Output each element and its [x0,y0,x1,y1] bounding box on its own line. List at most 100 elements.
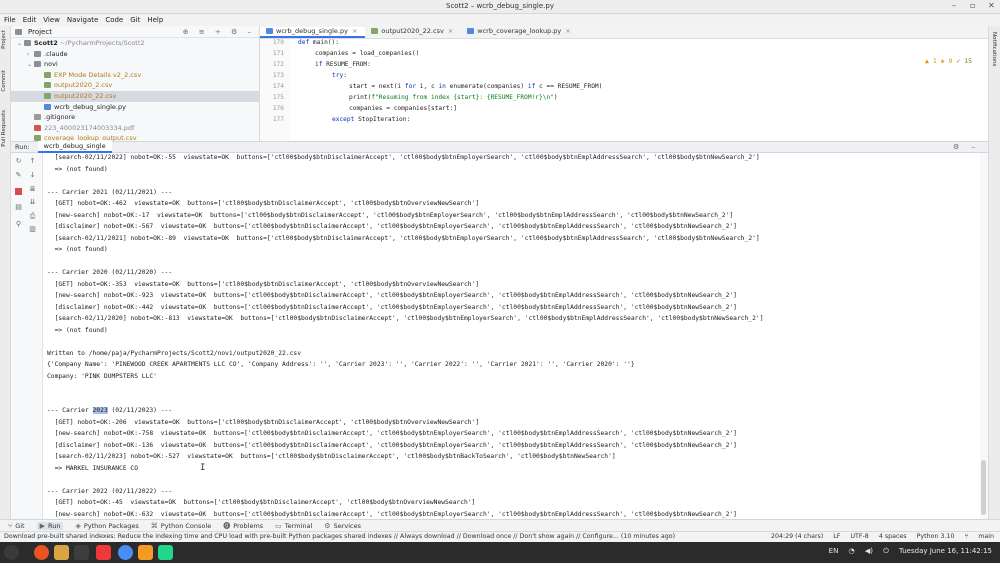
tool-window-services[interactable]: ⚙ Services [324,522,361,530]
code-text: companies = companies[start:] [349,105,458,112]
project-panel-tools[interactable]: ⊕ ≡ ÷ ⚙ – [183,28,255,36]
commit-tool-tab[interactable]: Commit [1,70,7,92]
editor-area: wcrb_debug_single.py × output2020_22.csv × w… [260,26,988,141]
tree-item[interactable]: ⌄ novi [11,59,259,70]
ubuntu-icon[interactable] [34,545,49,560]
indent-setting[interactable]: 4 spaces [879,533,907,540]
scroll-up-icon[interactable]: ↑ [29,158,36,165]
console-line: [new-search] nobot=OK:-758 viewstate=OK … [47,430,737,437]
console-line: {'Company Name': 'PINEWOOD CREEK APARTME… [47,361,635,368]
line-number: 173 [272,72,284,79]
csv-file-icon [371,28,379,34]
run-config-tab[interactable]: wcrb_debug_single [37,141,112,153]
status-message[interactable]: Download pre-built shared indexes: Reduc… [4,533,675,540]
language-indicator[interactable]: EN [829,547,839,555]
menu-file[interactable]: File [4,16,16,24]
tree-item[interactable]: output2020_22.csv [11,90,259,102]
maximize-button[interactable]: ▫ [970,1,975,10]
rerun-icon[interactable]: ↻ [15,158,22,165]
tool-window-python-console[interactable]: ⌘ Python Console [151,522,211,530]
tree-item[interactable]: wcrb_debug_single.py [11,102,259,113]
tool-window-git[interactable]: ⑂ Git [8,522,25,530]
close-tab-icon[interactable]: × [448,27,453,35]
terminal-icon[interactable] [74,545,89,560]
tool-window-python-packages[interactable]: ◈ Python Packages [75,522,138,530]
console-line: [search-02/11/2022] nobot=OK:-55 viewsta… [47,154,760,161]
tree-item[interactable]: › .claude [11,49,259,60]
folder-icon [34,61,41,68]
soft-wrap-icon[interactable]: ≣ [29,186,36,193]
python-interpreter[interactable]: Python 3.10 [917,533,955,540]
scroll-down-icon[interactable]: ↓ [29,172,36,179]
pull-requests-tool-tab[interactable]: Pull Requests [1,110,7,147]
files-icon[interactable] [54,545,69,560]
menu-view[interactable]: View [43,16,60,24]
project-tool-tab[interactable]: Project [1,30,7,49]
tree-item[interactable]: ⌄ Scott2 ~/PycharmProjects/Scott2 [11,38,259,49]
print-icon[interactable]: ⎙ [29,213,36,220]
inspection-widget[interactable]: ▲ 1 ◈ 9 ✓ 15 [925,57,972,65]
tree-item[interactable]: coverage_lookup_output.csv [11,133,259,141]
code-line: 175 print(f"Resuming from index {start}: … [260,92,988,103]
folder-icon [15,28,22,35]
console-scrollbar[interactable] [981,460,986,515]
wrench-icon[interactable]: ✎ [15,172,22,179]
menu-code[interactable]: Code [105,16,123,24]
git-branch[interactable]: ⑂ main [964,533,994,540]
power-icon[interactable]: ⏻ [883,547,889,555]
line-ending[interactable]: LF [833,533,840,540]
stop-icon[interactable] [15,188,22,195]
run-settings-icon[interactable]: ⚙ – [953,143,980,151]
pycharm-icon[interactable] [158,545,173,560]
python-file-icon [266,28,273,34]
git-branch-name: main [978,533,994,540]
tree-item[interactable]: .gitignore [11,112,259,123]
console-output[interactable]: [search-02/11/2022] nobot=OK:-55 viewsta… [43,153,980,519]
layout-icon[interactable]: ▤ [15,204,22,211]
clock[interactable]: Tuesday June 16, 11:42:15 [899,547,992,555]
console-text: (02/11/2023) --- [107,407,173,414]
menu-edit[interactable]: Edit [23,16,37,24]
code-line: 171 companies = load_companies() [260,48,988,59]
tool-window-label: Python Console [160,521,212,530]
tree-item-label: EXP Mode Details v2_2.csv [54,70,142,79]
tree-item[interactable]: EXP Mode Details v2_2.csv [11,70,259,81]
console-line: [disclaimer] nobot=OK:-136 viewstate=OK … [47,441,737,449]
menu-help[interactable]: Help [147,16,163,24]
volume-icon[interactable]: ◀) [865,547,873,555]
menu-navigate[interactable]: Navigate [67,16,98,24]
trash-icon[interactable]: ▥ [29,226,36,233]
code-text: except StopIteration: [332,116,411,123]
tree-item[interactable]: 223_400023174003334.pdf [11,123,259,134]
tool-window-run[interactable]: ▶ Run [36,521,64,530]
close-tab-icon[interactable]: × [352,27,357,35]
minimize-button[interactable]: – [952,1,956,10]
python-packages-icon: ◈ [75,521,81,530]
sublime-icon[interactable] [138,545,153,560]
tool-window-problems[interactable]: ⓿ Problems [223,521,263,531]
file-encoding[interactable]: UTF-8 [850,533,868,540]
csv-file-icon [44,92,51,99]
menu-git[interactable]: Git [130,16,140,24]
vivaldi-icon[interactable] [96,545,111,560]
network-icon[interactable]: ◔ [849,547,855,555]
close-button[interactable]: ✕ [988,1,995,10]
close-tab-icon[interactable]: × [565,27,570,35]
console-line: [GET] nobot=OK:-353 viewstate=OK buttons… [47,280,480,288]
code-view[interactable]: 170 def main(): 171 companies = load_compan… [260,39,988,141]
tool-window-terminal[interactable]: ▭ Terminal [275,522,312,530]
code-line: 176 companies = companies[start:] [260,103,988,114]
console-line: [search-02/11/2023] nobot=OK:-527 viewst… [47,453,616,460]
pin-icon[interactable]: ⚲ [15,221,22,228]
notifications-tool-tab[interactable]: Notifications [991,32,997,66]
chrome-icon[interactable] [118,545,133,560]
code-line: 170 def main(): [260,37,988,48]
left-tool-strip: Project Commit Pull Requests [0,26,11,519]
run-label: Run: [15,143,30,151]
tree-item[interactable]: output2020_2.csv [11,80,259,91]
python-file-icon [44,103,51,110]
project-panel-title[interactable]: Project [28,28,52,36]
scroll-end-icon[interactable]: ⇊ [29,199,36,206]
caret-position[interactable]: 204:29 (4 chars) [771,533,823,540]
menu-icon[interactable] [4,545,19,560]
